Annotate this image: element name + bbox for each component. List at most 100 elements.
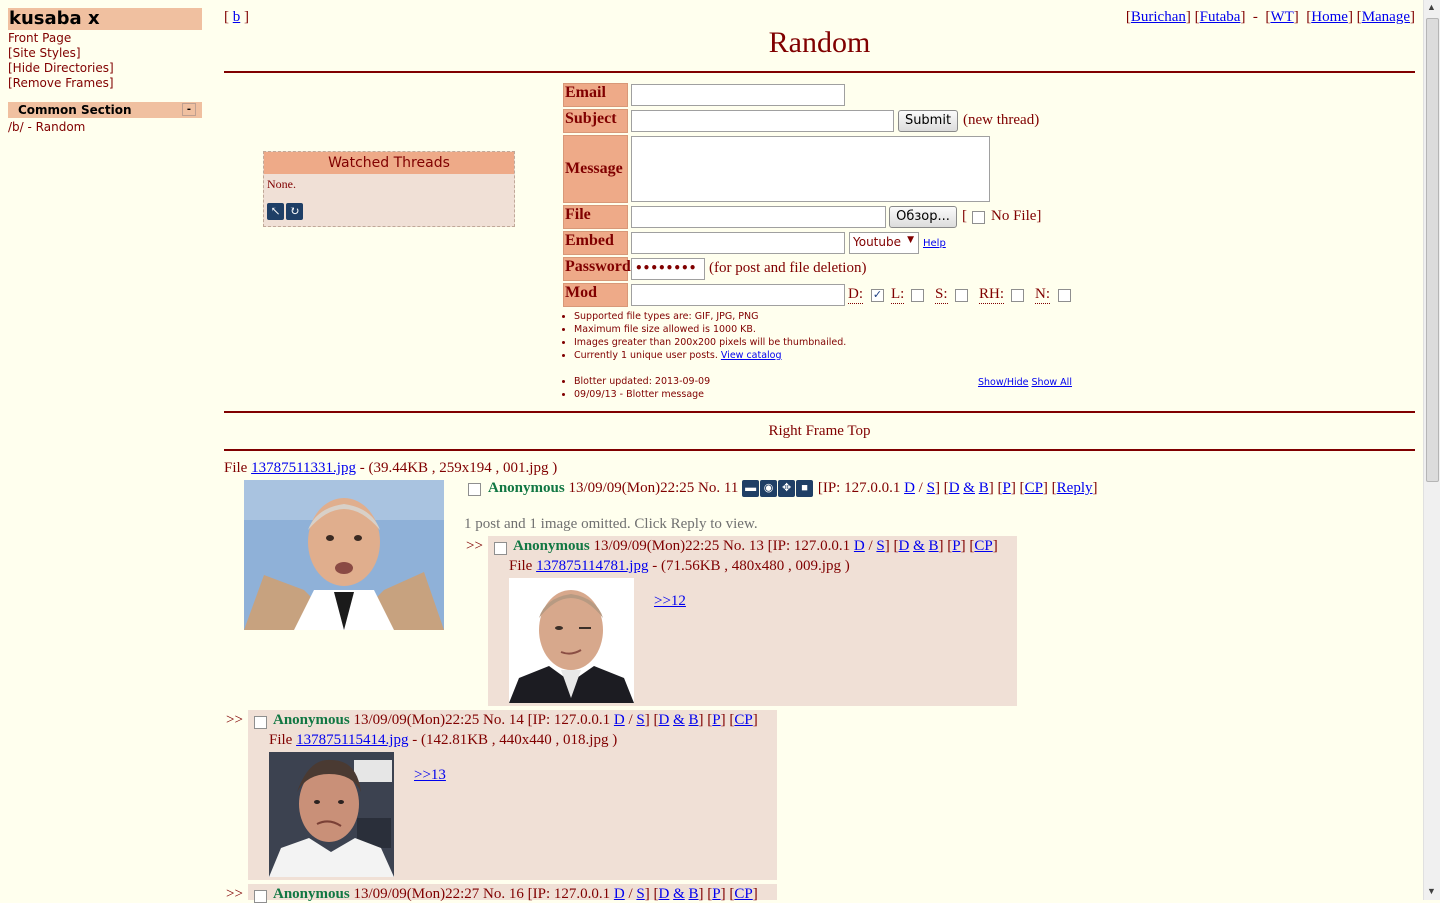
reply-select-checkbox[interactable] [494,542,507,555]
view-catalog-link[interactable]: View catalog [721,350,782,361]
reply-file-link[interactable]: 137875114781.jpg [536,558,648,574]
no-file-bracket: [ [962,208,967,224]
menu-link-remove-frames[interactable]: [Remove Frames] [8,76,114,91]
message-textarea[interactable] [631,136,990,202]
file-label: File [563,205,628,229]
nav-link-home[interactable]: Home [1311,9,1348,25]
reply-thumbnail[interactable] [269,752,394,877]
expand-thread-icon[interactable]: ✥ [778,480,796,498]
watch-thread-icon[interactable]: ◉ [760,480,778,498]
divider-bottom [224,449,1415,451]
menu-link-site-styles[interactable]: [Site Styles] [8,46,114,61]
nav-link-manage[interactable]: Manage [1362,9,1410,25]
embed-type-select[interactable]: Youtube ▼ [849,232,919,254]
delete-ban-link-b[interactable]: B [929,538,939,554]
mod-flag-rh-checkbox[interactable] [1011,289,1024,302]
scrollbar-thumb[interactable] [1426,18,1439,482]
reply-select-checkbox[interactable] [254,890,267,903]
delete-ban-link-amp[interactable]: & [673,712,685,728]
no-file-checkbox[interactable] [972,211,985,224]
main-frame: [ b ] [Burichan] [Futaba] - [WT] [Home] … [224,0,1415,903]
board-nav-right: [Burichan] [Futaba] - [WT] [Home] [Manag… [1125,9,1415,25]
delete-ban-link-amp[interactable]: & [913,538,925,554]
post-p-link[interactable]: P [952,538,960,554]
post-number[interactable]: No. 11 [698,480,738,496]
board-link-random[interactable]: /b/ - Random [8,120,85,134]
menu-link-hide-directories[interactable]: [Hide Directories] [8,61,114,76]
post-number[interactable]: No. 14 [483,712,524,728]
scroll-up-icon[interactable]: ▲ [1427,2,1436,12]
section-header-common: Common Section - [8,102,202,118]
quote-link[interactable]: >>13 [414,767,446,784]
delete-link[interactable]: D [614,712,625,728]
section-title: Common Section [18,103,132,117]
post-number[interactable]: No. 13 [723,538,764,554]
subject-field[interactable] [631,110,894,132]
menu-link-front-page[interactable]: Front Page [8,31,114,46]
browse-button[interactable]: Обзор... [889,206,957,228]
op-select-checkbox[interactable] [468,483,481,496]
quote-link[interactable]: >>12 [654,593,686,610]
nav-link-wt[interactable]: WT [1270,9,1293,25]
mod-flag-n-checkbox[interactable] [1058,289,1071,302]
reply-post-14: Anonymous 13/09/09(Mon)22:25 No. 14 [IP:… [248,710,777,880]
quick-reply-icon[interactable]: ■ [796,480,814,498]
reply-marker: >> [226,886,243,902]
sticky-link[interactable]: S [876,538,884,554]
reply-thumbnail[interactable] [509,578,634,703]
submit-button[interactable]: Submit [898,110,958,132]
post-p-link[interactable]: P [712,712,720,728]
reply-link[interactable]: Reply [1057,480,1093,496]
mod-flag-d-checkbox[interactable]: ✓ [871,289,884,302]
file-path-field[interactable] [631,206,886,228]
nav-link-futaba[interactable]: Futaba [1200,9,1241,25]
refresh-icon[interactable]: ↻ [286,203,303,220]
reply-select-checkbox[interactable] [254,716,267,729]
section-collapse-button[interactable]: - [182,103,196,116]
blotter-show-hide-link[interactable]: Show/Hide [978,377,1029,388]
scroll-down-icon[interactable]: ▼ [1427,886,1436,896]
post-cp-link[interactable]: CP [974,538,992,554]
embed-field[interactable] [631,232,845,254]
op-thumbnail[interactable] [244,480,444,630]
op-file-link[interactable]: 13787511331.jpg [251,460,356,476]
rule-item: Supported file types are: GIF, JPG, PNG [574,310,1083,323]
delete-link[interactable]: D [854,538,865,554]
nav-link-b[interactable]: b [233,9,241,25]
password-field[interactable]: •••••••• [631,258,705,280]
delete-ban-link-d[interactable]: D [949,480,960,496]
mod-flag-l-label: L: [891,286,905,304]
hide-thread-icon[interactable]: ▬ [742,480,760,498]
delete-ban-link-amp[interactable]: & [963,480,975,496]
delete-ban-link-b[interactable]: B [979,480,989,496]
nav-link-burichan[interactable]: Burichan [1131,9,1186,25]
mod-field[interactable] [631,284,845,306]
vertical-scrollbar[interactable]: ▲ ▼ [1423,0,1440,900]
blotter-item: 09/09/13 - Blotter message [574,388,1083,401]
op-file-info: File 13787511331.jpg - (39.44KB , 259x19… [224,460,558,476]
delete-ban-link-d[interactable]: D [659,712,670,728]
message-label: Message [563,135,628,203]
post-cp-link[interactable]: CP [1025,480,1043,496]
mod-flag-d-label: D: [848,286,863,304]
no-file-label: No File] [991,208,1042,224]
expand-icon[interactable]: ↖ [267,203,284,220]
sticky-link[interactable]: S [636,712,644,728]
reply-file-link[interactable]: 137875115414.jpg [296,732,408,748]
reply-header: Anonymous 13/09/09(Mon)22:25 No. 14 [IP:… [273,712,758,728]
mod-flag-l-checkbox[interactable] [911,289,924,302]
blotter-show-all-link[interactable]: Show All [1032,377,1072,388]
delete-link[interactable]: D [904,480,915,496]
delete-ban-link-d[interactable]: D [899,538,910,554]
delete-ban-link-b[interactable]: B [689,712,699,728]
frame-top-text: Right Frame Top [768,423,871,439]
sticky-link[interactable]: S [927,480,935,496]
watched-threads-title: Watched Threads [264,152,514,174]
chevron-down-icon: ▼ [907,235,914,245]
mod-flag-s-checkbox[interactable] [955,289,968,302]
post-cp-link[interactable]: CP [734,712,752,728]
post-p-link[interactable]: P [1002,480,1010,496]
email-field[interactable] [631,84,845,106]
embed-help-link[interactable]: Help [923,238,946,249]
poster-name: Anonymous [273,712,350,728]
